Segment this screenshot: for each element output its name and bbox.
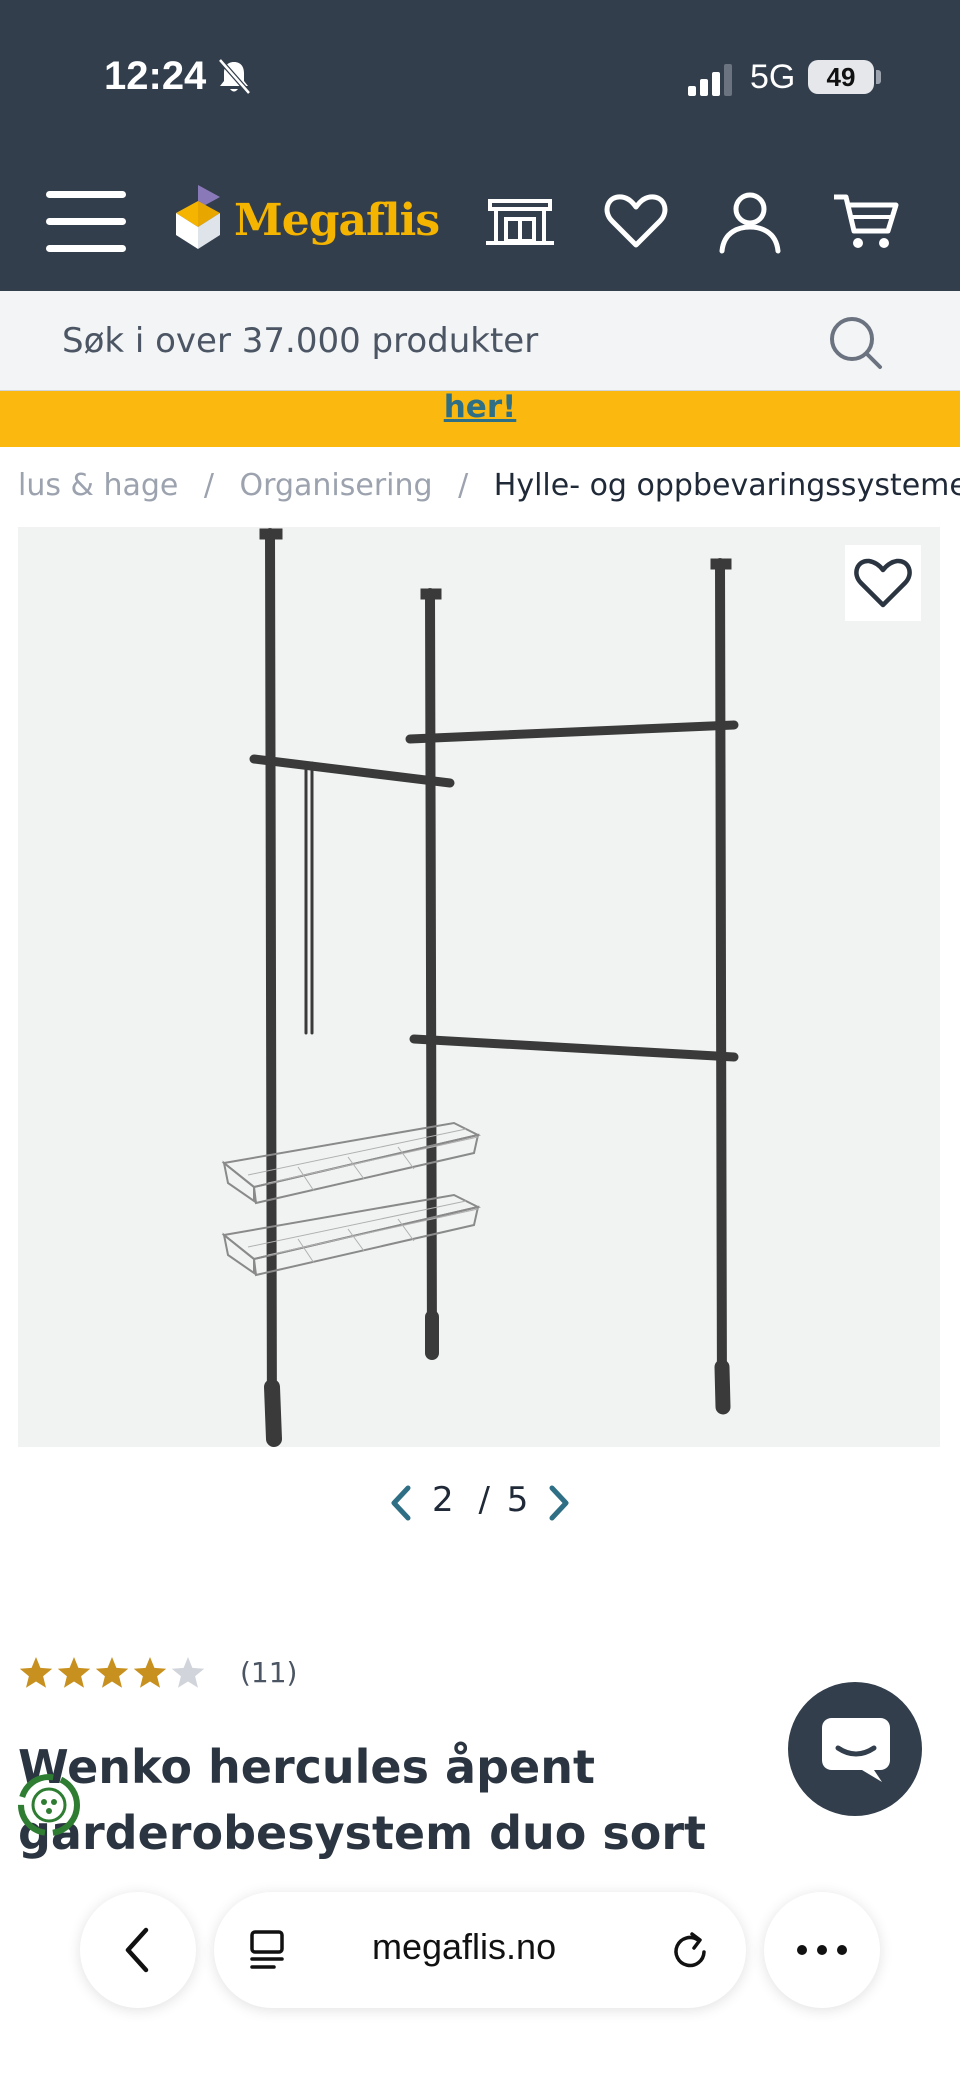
- star-filled-icon: [19, 1657, 53, 1688]
- product-image: [221, 528, 739, 1447]
- cart-icon[interactable]: [830, 187, 902, 255]
- chevron-left-icon: [125, 1927, 149, 1973]
- logo-text: Megaflis: [234, 195, 440, 246]
- star-filled-icon: [95, 1657, 129, 1688]
- search-bar: [0, 291, 960, 391]
- wishlist-heart-icon[interactable]: [845, 545, 921, 621]
- gallery-pager: 2 / 5: [380, 1476, 580, 1530]
- chat-button[interactable]: [788, 1682, 922, 1816]
- page-menu-icon[interactable]: [248, 1928, 288, 1972]
- signal-icon: [688, 64, 732, 96]
- star-filled-icon: [133, 1657, 167, 1688]
- browser-more-button[interactable]: [764, 1892, 880, 2008]
- store-icon[interactable]: [484, 187, 556, 255]
- banner-link[interactable]: her!: [444, 389, 517, 425]
- breadcrumb-current[interactable]: Hylle- og oppbevaringssystemer: [494, 468, 960, 503]
- heart-icon[interactable]: [600, 187, 672, 255]
- pager-current: 2: [432, 1480, 454, 1520]
- chevron-right-icon[interactable]: [544, 1484, 574, 1522]
- promo-banner: her!: [0, 389, 960, 447]
- product-gallery[interactable]: [18, 527, 940, 1447]
- search-input[interactable]: [62, 317, 762, 365]
- search-icon[interactable]: [826, 313, 886, 373]
- browser-address-bar[interactable]: megaflis.no: [214, 1892, 746, 2008]
- network-type: 5G: [750, 58, 796, 96]
- more-dots-icon: [797, 1945, 847, 1955]
- rating-stars: [19, 1657, 205, 1688]
- breadcrumb-item[interactable]: lus & hage: [18, 468, 178, 503]
- star-empty-icon: [171, 1657, 205, 1688]
- status-time: 12:24: [104, 54, 207, 98]
- menu-icon[interactable]: [46, 191, 126, 253]
- browser-toolbar: megaflis.no: [0, 1870, 960, 2087]
- breadcrumb-separator: /: [458, 468, 469, 503]
- star-filled-icon: [57, 1657, 91, 1688]
- pager-total: 5: [506, 1480, 529, 1520]
- pager-separator: /: [478, 1480, 490, 1520]
- eco-badge-icon[interactable]: [14, 1770, 84, 1840]
- breadcrumb-separator: /: [203, 468, 214, 503]
- reload-icon[interactable]: [670, 1930, 712, 1972]
- chat-bubble-icon: [822, 1718, 890, 1782]
- battery-level: 49: [808, 60, 874, 94]
- user-icon[interactable]: [714, 187, 786, 255]
- silent-bell-icon: [218, 58, 251, 95]
- battery-tip: [876, 70, 881, 84]
- pager-text: 2 / 5: [432, 1480, 528, 1520]
- breadcrumb-item[interactable]: Organisering: [240, 468, 433, 503]
- review-count[interactable]: (11): [240, 1656, 297, 1689]
- chevron-left-icon[interactable]: [386, 1484, 416, 1522]
- breadcrumb: lus & hage / Organisering / Hylle- og op…: [18, 468, 960, 512]
- browser-url: megaflis.no: [372, 1926, 557, 1967]
- site-header: Megaflis: [0, 155, 960, 291]
- product-title: Wenko hercules åpent garderobesystem duo…: [18, 1740, 707, 1860]
- browser-back-button[interactable]: [80, 1892, 196, 2008]
- logo-mark-icon: [176, 185, 220, 249]
- status-bar: 12:24 5G 49: [0, 0, 960, 155]
